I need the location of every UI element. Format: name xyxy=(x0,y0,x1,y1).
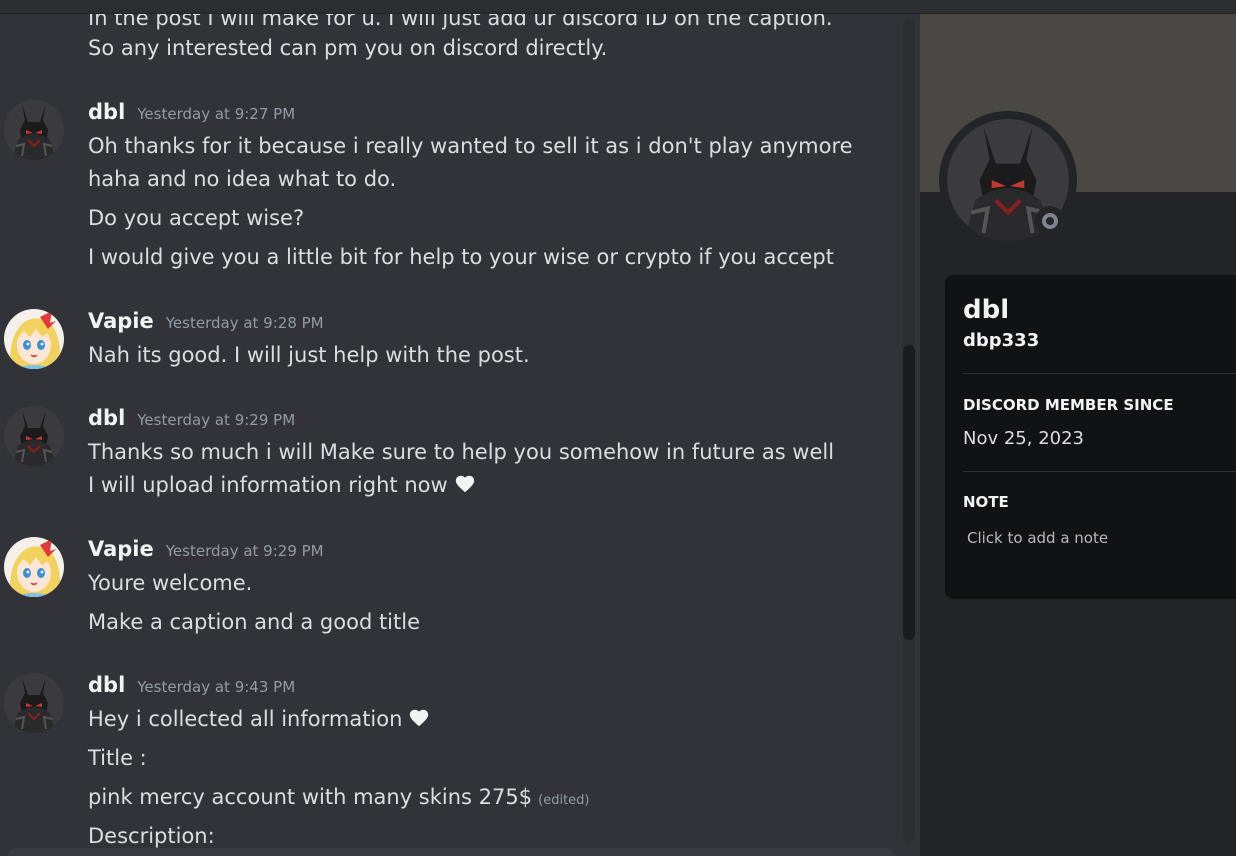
message-text: Do you accept wise? xyxy=(88,206,305,230)
message-header: Vapie Yesterday at 9:28 PM xyxy=(88,309,324,333)
timestamp[interactable]: Yesterday at 9:27 PM xyxy=(137,105,295,123)
message-text-span: pink mercy account with many skins 275$ xyxy=(88,785,533,809)
message-text-span: I will upload information right now xyxy=(88,473,448,497)
message-text: haha and no idea what to do. xyxy=(88,167,397,191)
timestamp[interactable]: Yesterday at 9:29 PM xyxy=(137,411,295,429)
message-text: I would give you a little bit for help t… xyxy=(88,245,834,269)
message-text: I will upload information right now xyxy=(88,469,476,502)
user-avatar-dbl[interactable] xyxy=(4,406,64,466)
message-header: Vapie Yesterday at 9:29 PM xyxy=(88,537,324,561)
edited-label: (edited) xyxy=(538,793,590,808)
white-heart-icon xyxy=(408,707,430,729)
message-header: dbl Yesterday at 9:43 PM xyxy=(88,673,295,697)
user-avatar-dbl[interactable] xyxy=(4,100,64,160)
white-heart-icon xyxy=(454,473,476,495)
profile-info-card: dbl dbp333 DISCORD MEMBER SINCE Nov 25, … xyxy=(945,275,1236,599)
message-text: Hey i collected all information xyxy=(88,703,430,736)
author-name[interactable]: dbl xyxy=(88,673,125,697)
member-since-date: Nov 25, 2023 xyxy=(963,428,1085,449)
user-profile-panel: dbl dbp333 DISCORD MEMBER SINCE Nov 25, … xyxy=(920,14,1236,856)
timestamp[interactable]: Yesterday at 9:43 PM xyxy=(137,678,295,696)
chat-scrollbar-thumb[interactable] xyxy=(903,345,915,640)
member-since-label: DISCORD MEMBER SINCE xyxy=(963,396,1174,414)
message-text: Make a caption and a good title xyxy=(88,610,421,634)
divider xyxy=(963,471,1236,472)
window-top-edge xyxy=(0,0,1236,14)
message-text: Nah its good. I will just help with the … xyxy=(88,343,530,367)
message-text: pink mercy account with many skins 275$ (… xyxy=(88,781,589,817)
author-name[interactable]: dbl xyxy=(88,100,125,124)
message-input-edge[interactable] xyxy=(8,848,893,856)
message-text: Title : xyxy=(88,746,147,770)
message-header: dbl Yesterday at 9:29 PM xyxy=(88,406,295,430)
note-label: NOTE xyxy=(963,493,1009,511)
profile-username[interactable]: dbp333 xyxy=(963,330,1039,351)
user-avatar-dbl[interactable] xyxy=(4,673,64,733)
user-avatar-vapie[interactable] xyxy=(4,537,64,597)
author-name[interactable]: Vapie xyxy=(88,537,154,561)
message-text: Oh thanks for it because i really wanted… xyxy=(88,134,853,158)
message-text: So any interested can pm you on discord … xyxy=(88,36,608,60)
author-name[interactable]: dbl xyxy=(88,406,125,430)
profile-display-name[interactable]: dbl xyxy=(963,295,1009,325)
offline-status-icon xyxy=(1035,206,1065,236)
message-header: dbl Yesterday at 9:27 PM xyxy=(88,100,295,124)
timestamp[interactable]: Yesterday at 9:28 PM xyxy=(166,314,324,332)
user-avatar-vapie[interactable] xyxy=(4,309,64,369)
message-text: Thanks so much i will Make sure to help … xyxy=(88,440,835,464)
message-text-span: Hey i collected all information xyxy=(88,707,403,731)
note-input[interactable]: Click to add a note xyxy=(967,529,1108,547)
author-name[interactable]: Vapie xyxy=(88,309,154,333)
chat-messages[interactable]: In the post I will make for u. I will ju… xyxy=(0,14,920,856)
message-text: Youre welcome. xyxy=(88,571,253,595)
divider xyxy=(963,373,1236,374)
timestamp[interactable]: Yesterday at 9:29 PM xyxy=(166,542,324,560)
